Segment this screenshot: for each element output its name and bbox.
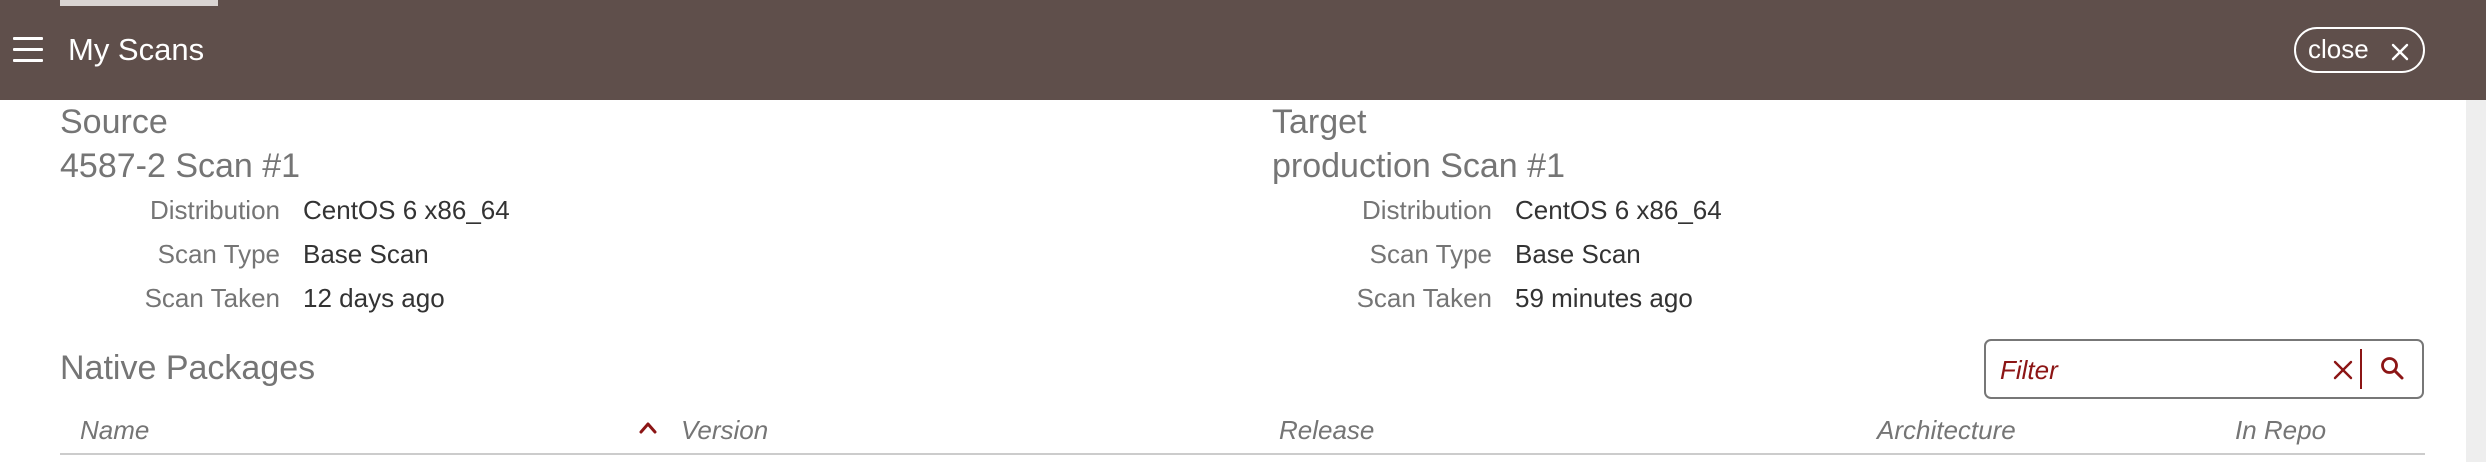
source-scan-type-label: Scan Type bbox=[157, 239, 280, 269]
active-tab-indicator bbox=[60, 0, 218, 6]
source-scan-taken-value: 12 days ago bbox=[303, 283, 445, 313]
close-icon bbox=[2391, 43, 2409, 61]
search-icon bbox=[2381, 357, 2404, 380]
target-scan-type-label: Scan Type bbox=[1369, 239, 1492, 269]
target-scan-name: production Scan #1 bbox=[1272, 147, 1565, 185]
source-scan-name: 4587-2 Scan #1 bbox=[60, 147, 301, 185]
target-scan-type-value: Base Scan bbox=[1515, 239, 1641, 269]
column-header-release[interactable]: Release bbox=[1279, 412, 1374, 448]
target-scan-taken-label: Scan Taken bbox=[1356, 283, 1492, 313]
filter-box bbox=[1984, 339, 2424, 399]
target-heading: Target bbox=[1272, 103, 1367, 141]
close-button-label: close bbox=[2308, 34, 2369, 64]
column-header-architecture[interactable]: Architecture bbox=[1877, 412, 2016, 448]
native-packages-title: Native Packages bbox=[60, 349, 316, 387]
close-button[interactable]: close bbox=[2294, 27, 2425, 73]
column-header-in-repo[interactable]: In Repo bbox=[2235, 412, 2326, 448]
filter-search-button[interactable] bbox=[2364, 341, 2422, 397]
vertical-scrollbar[interactable] bbox=[2466, 100, 2486, 462]
source-heading: Source bbox=[60, 103, 168, 141]
clear-filter-icon[interactable] bbox=[2332, 359, 2354, 381]
page-title: My Scans bbox=[68, 32, 205, 67]
source-distribution-value: CentOS 6 x86_64 bbox=[303, 195, 510, 225]
column-header-name[interactable]: Name bbox=[80, 412, 149, 448]
target-distribution-value: CentOS 6 x86_64 bbox=[1515, 195, 1722, 225]
packages-table-header: Name Version Release Architecture In Rep… bbox=[60, 408, 2425, 455]
column-header-version[interactable]: Version bbox=[681, 412, 768, 448]
target-scan-taken-value: 59 minutes ago bbox=[1515, 283, 1693, 313]
target-distribution-label: Distribution bbox=[1361, 195, 1492, 225]
source-scan-taken-label: Scan Taken bbox=[144, 283, 280, 313]
hamburger-menu-icon[interactable] bbox=[13, 37, 43, 62]
source-distribution-label: Distribution bbox=[149, 195, 280, 225]
filter-divider bbox=[2360, 349, 2362, 389]
filter-input[interactable] bbox=[2000, 351, 2300, 389]
top-bar: My Scans close bbox=[0, 0, 2486, 100]
sort-ascending-icon[interactable] bbox=[638, 419, 658, 435]
source-scan-type-value: Base Scan bbox=[303, 239, 429, 269]
